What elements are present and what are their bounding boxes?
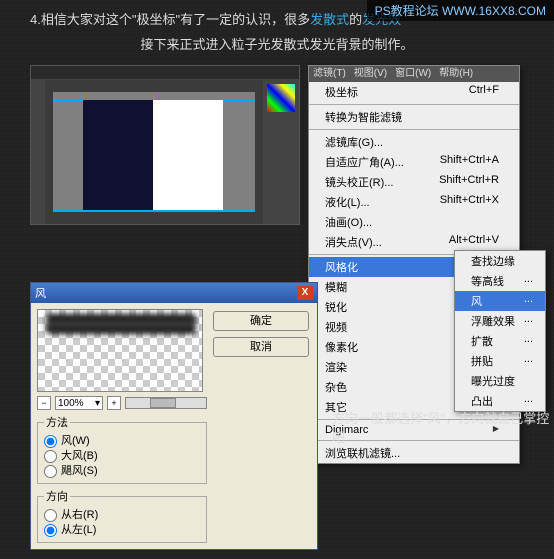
submenu-item[interactable]: 拼贴: [455, 351, 545, 371]
zoom-controls: − 100% ▾ +: [37, 396, 207, 410]
menu-head-help[interactable]: 帮助(H): [435, 66, 477, 82]
menu-head-filter[interactable]: 滤镜(T): [309, 66, 350, 82]
zoom-level[interactable]: 100% ▾: [55, 396, 103, 410]
ps-canvas: [53, 92, 255, 212]
stylize-submenu[interactable]: 查找边缘等高线风浮雕效果扩散拼贴曝光过度凸出: [454, 250, 546, 412]
radio-dir[interactable]: 从左(L): [44, 523, 200, 538]
menu-item[interactable]: 滤镜库(G)...: [309, 132, 519, 152]
dark-block: [83, 100, 153, 210]
radio-dir[interactable]: 从右(R): [44, 508, 200, 523]
preview-content: [46, 314, 196, 334]
link-divergent[interactable]: 发散式: [310, 12, 349, 27]
artwork: [83, 100, 223, 210]
menu-item[interactable]: 液化(L)...Shift+Ctrl+X: [309, 192, 519, 212]
direction-legend: 方向: [44, 488, 70, 504]
intro-line1b: 的: [349, 12, 362, 27]
submenu-item[interactable]: 浮雕效果: [455, 311, 545, 331]
radio-input[interactable]: [44, 509, 57, 522]
radio-method[interactable]: 风(W): [44, 434, 200, 449]
caption-2: 方向一般都选择"风"，方向就自己掌控吧: [332, 408, 554, 446]
radio-input[interactable]: [44, 435, 57, 448]
method-legend: 方法: [44, 414, 70, 430]
photoshop-thumbnail: [30, 65, 300, 225]
menu-item[interactable]: 极坐标Ctrl+F: [309, 82, 519, 102]
menu-item[interactable]: 浏览联机滤镜...: [309, 443, 519, 463]
chevron-down-icon: ▾: [95, 398, 100, 409]
radio-label: 飓风(S): [61, 464, 98, 479]
watermark: PS教程论坛 WWW.16XX8.COM: [367, 0, 554, 21]
zoom-in-button[interactable]: +: [107, 396, 121, 410]
submenu-item[interactable]: 风: [455, 291, 545, 311]
close-icon[interactable]: X: [297, 286, 313, 300]
method-group: 方法 风(W)大风(B)飓风(S): [37, 414, 207, 484]
menu-item[interactable]: 转换为智能滤镜: [309, 107, 519, 127]
radio-input[interactable]: [44, 450, 57, 463]
menu-item[interactable]: 自适应广角(A)...Shift+Ctrl+A: [309, 152, 519, 172]
intro-line2: 接下来正式进入粒子光发散式发光背景的制作。: [30, 33, 524, 58]
menu-head-view[interactable]: 视图(V): [350, 66, 391, 82]
radio-input[interactable]: [44, 465, 57, 478]
wind-preview: [37, 309, 203, 392]
ps-toolbar: [31, 80, 45, 224]
submenu-item[interactable]: 等高线: [455, 271, 545, 291]
radio-label: 从右(R): [61, 508, 98, 523]
radio-input[interactable]: [44, 524, 57, 537]
direction-group: 方向 从右(R)从左(L): [37, 488, 207, 543]
radio-label: 从左(L): [61, 523, 96, 538]
zoom-out-button[interactable]: −: [37, 396, 51, 410]
cancel-button[interactable]: 取消: [213, 337, 309, 357]
separator: [309, 129, 519, 130]
dialog-title: 风: [35, 285, 46, 301]
intro-line1a: 4.相信大家对这个"极坐标"有了一定的认识，很多: [30, 12, 310, 27]
color-swatch-icon: [267, 84, 295, 112]
submenu-item[interactable]: 曝光过度: [455, 371, 545, 391]
menu-header: 滤镜(T) 视图(V) 窗口(W) 帮助(H): [309, 66, 519, 82]
radio-method[interactable]: 大风(B): [44, 449, 200, 464]
menu-item[interactable]: 油画(O)...: [309, 212, 519, 232]
radio-label: 大风(B): [61, 449, 98, 464]
ps-menubar: [31, 66, 299, 80]
wind-dialog: 风 X − 100% ▾ + 方法 风(W)大风(B)飓风(S) 方向 从右(R)…: [30, 282, 318, 550]
submenu-item[interactable]: 扩散: [455, 331, 545, 351]
dialog-titlebar: 风 X: [31, 283, 317, 303]
light-block: [153, 100, 223, 210]
submenu-item[interactable]: 查找边缘: [455, 251, 545, 271]
radio-method[interactable]: 飓风(S): [44, 464, 200, 479]
ps-palette: [263, 80, 299, 224]
scrollbar[interactable]: [125, 397, 207, 409]
separator: [309, 104, 519, 105]
zoom-value: 100%: [58, 398, 84, 409]
menu-head-window[interactable]: 窗口(W): [391, 66, 435, 82]
ok-button[interactable]: 确定: [213, 311, 309, 331]
menu-item[interactable]: 镜头校正(R)...Shift+Ctrl+R: [309, 172, 519, 192]
radio-label: 风(W): [61, 434, 90, 449]
